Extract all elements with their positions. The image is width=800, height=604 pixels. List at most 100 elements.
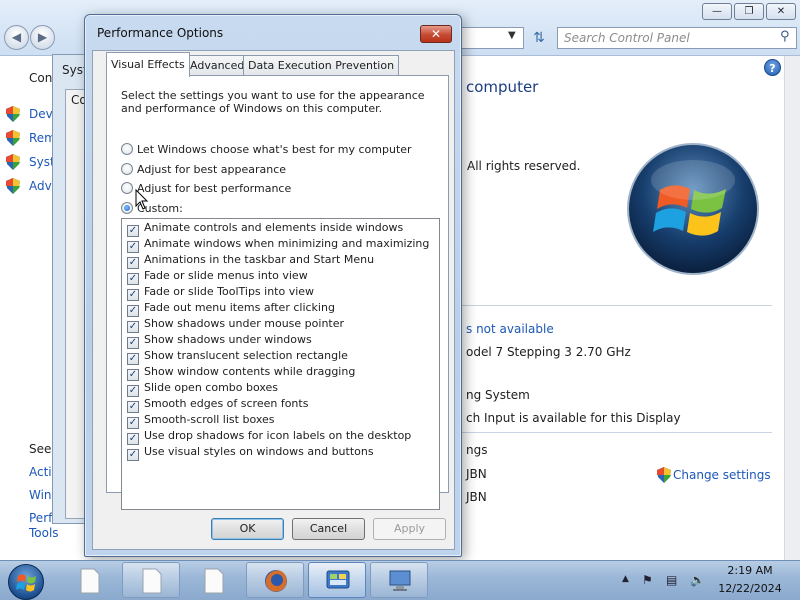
checkbox-row[interactable]: ✓ Fade out menu items after clicking (127, 301, 335, 317)
dialog-title: Performance Options (97, 26, 224, 40)
effects-checkbox-list[interactable]: ✓ Animate controls and elements inside wi… (121, 218, 440, 510)
radio-let-windows-choose[interactable]: Let Windows choose what's best for my co… (121, 143, 412, 156)
checkbox-row[interactable]: ✓ Slide open combo boxes (127, 381, 278, 397)
search-icon[interactable]: ⚲ (780, 29, 790, 44)
radio-best-appearance[interactable]: Adjust for best appearance (121, 163, 286, 176)
checkbox-checked[interactable]: ✓ (127, 433, 139, 445)
checkbox-row[interactable]: ✓ Show shadows under mouse pointer (127, 317, 344, 333)
pen-touch-value: ch Input is available for this Display (466, 411, 681, 425)
left-link-system-protection[interactable]: Syst (29, 155, 55, 169)
flag-icon[interactable]: ⚑ (642, 573, 653, 587)
radio-button[interactable] (121, 182, 133, 194)
checkbox-checked[interactable]: ✓ (127, 321, 139, 333)
checkbox-row[interactable]: ✓ Show translucent selection rectangle (127, 349, 348, 365)
checkbox-row[interactable]: ✓ Animate windows when minimizing and max… (127, 237, 429, 253)
search-input[interactable]: Search Control Panel ⚲ (557, 27, 797, 49)
taskbar-item-document[interactable] (122, 562, 180, 598)
windows-start-icon (16, 574, 36, 592)
clock-date[interactable]: 12/22/2024 (716, 582, 784, 595)
full-computer-name-value: JBN (466, 490, 487, 504)
checkbox-checked[interactable]: ✓ (127, 305, 139, 317)
checkbox-checked[interactable]: ✓ (127, 273, 139, 285)
document-icon (204, 568, 224, 594)
checkbox-checked[interactable]: ✓ (127, 369, 139, 381)
mouse-cursor-icon (135, 189, 149, 210)
radio-button[interactable] (121, 163, 133, 175)
performance-options-dialog: Performance Options ✕ Visual Effects Adv… (84, 14, 462, 557)
radio-label: Adjust for best appearance (137, 163, 287, 176)
taskbar-item-system-properties[interactable] (370, 562, 428, 598)
document-icon (80, 568, 100, 594)
checkbox-label: Fade or slide ToolTips into view (144, 285, 315, 298)
taskbar-item-firefox[interactable] (246, 562, 304, 598)
checkbox-row[interactable]: ✓ Animate controls and elements inside wi… (127, 221, 403, 237)
shield-icon (6, 130, 20, 146)
checkbox-row[interactable]: ✓ Smooth-scroll list boxes (127, 413, 275, 429)
tab-visual-effects[interactable]: Visual Effects (106, 52, 190, 77)
taskbar-item-document[interactable] (60, 562, 118, 598)
cancel-button[interactable]: Cancel (292, 518, 365, 540)
checkbox-checked[interactable]: ✓ (127, 289, 139, 301)
divider (462, 432, 772, 433)
system-type-value: ng System (466, 388, 530, 402)
radio-custom[interactable]: Custom: (121, 202, 183, 215)
checkbox-checked[interactable]: ✓ (127, 337, 139, 349)
maximize-button[interactable]: ❐ (734, 3, 764, 20)
volume-muted-icon[interactable]: 🔈 (690, 573, 705, 587)
see-also-performance[interactable]: Perf (29, 511, 52, 525)
refresh-icon[interactable]: ⇅ (527, 27, 551, 49)
taskbar-item-control-panel[interactable] (308, 562, 366, 598)
help-icon[interactable]: ? (764, 59, 781, 76)
checkbox-row[interactable]: ✓ Smooth edges of screen fonts (127, 397, 308, 413)
checkbox-checked[interactable]: ✓ (127, 401, 139, 413)
dialog-close-button[interactable]: ✕ (420, 25, 452, 43)
forward-arrow-icon: ▶ (37, 30, 48, 44)
back-button[interactable]: ◀ (4, 25, 29, 50)
radio-button-selected[interactable] (121, 202, 133, 214)
left-link-advanced[interactable]: Adv (29, 179, 52, 193)
forward-button[interactable]: ▶ (30, 25, 55, 50)
checkbox-checked[interactable]: ✓ (127, 449, 139, 461)
checkbox-checked[interactable]: ✓ (127, 353, 139, 365)
see-also-tools[interactable]: Tools (29, 526, 59, 540)
checkbox-checked[interactable]: ✓ (127, 257, 139, 269)
checkbox-row[interactable]: ✓ Use visual styles on windows and button… (127, 445, 374, 461)
shield-icon (6, 106, 20, 122)
tab-advanced[interactable]: Advanced (185, 55, 250, 76)
windows-logo-icon (627, 143, 759, 275)
apply-button[interactable]: Apply (373, 518, 446, 540)
checkbox-row[interactable]: ✓ Show shadows under windows (127, 333, 312, 349)
see-also-label: See (29, 442, 52, 456)
checkbox-row[interactable]: ✓ Show window contents while dragging (127, 365, 355, 381)
ok-button[interactable]: OK (211, 518, 284, 540)
checkbox-label: Animate controls and elements inside win… (144, 221, 404, 234)
computer-name-value: JBN (466, 467, 487, 481)
network-icon[interactable]: ▤ (666, 573, 677, 587)
taskbar-item-document[interactable] (184, 562, 242, 598)
close-button[interactable]: ✕ (766, 3, 796, 20)
checkbox-label: Slide open combo boxes (144, 381, 279, 394)
checkbox-row[interactable]: ✓ Fade or slide ToolTips into view (127, 285, 314, 301)
scrollbar[interactable] (784, 56, 800, 560)
checkbox-row[interactable]: ✓ Animations in the taskbar and Start Men… (127, 253, 374, 269)
change-settings-link[interactable]: Change settings (673, 468, 771, 482)
checkbox-row[interactable]: ✓ Fade or slide menus into view (127, 269, 308, 285)
radio-button[interactable] (121, 143, 133, 155)
see-also-action-center[interactable]: Acti (29, 465, 52, 479)
clock-time[interactable]: 2:19 AM (716, 564, 784, 577)
checkbox-checked[interactable]: ✓ (127, 417, 139, 429)
see-also-windows-update[interactable]: Win (29, 488, 52, 502)
rating-not-available-link[interactable]: s not available (466, 322, 554, 336)
chevron-down-icon[interactable]: ▼ (508, 30, 516, 41)
checkbox-row[interactable]: ✓ Use drop shadows for icon labels on the… (127, 429, 411, 445)
minimize-button[interactable]: — (702, 3, 732, 20)
checkbox-label: Show shadows under windows (144, 333, 312, 346)
start-button[interactable] (8, 564, 44, 600)
tab-data-execution-prevention[interactable]: Data Execution Prevention (243, 55, 400, 76)
divider (462, 305, 772, 306)
checkbox-checked[interactable]: ✓ (127, 385, 139, 397)
checkbox-checked[interactable]: ✓ (127, 225, 139, 237)
back-arrow-icon: ◀ (11, 30, 22, 44)
show-hidden-icons-icon[interactable]: ▲ (622, 574, 629, 584)
checkbox-checked[interactable]: ✓ (127, 241, 139, 253)
